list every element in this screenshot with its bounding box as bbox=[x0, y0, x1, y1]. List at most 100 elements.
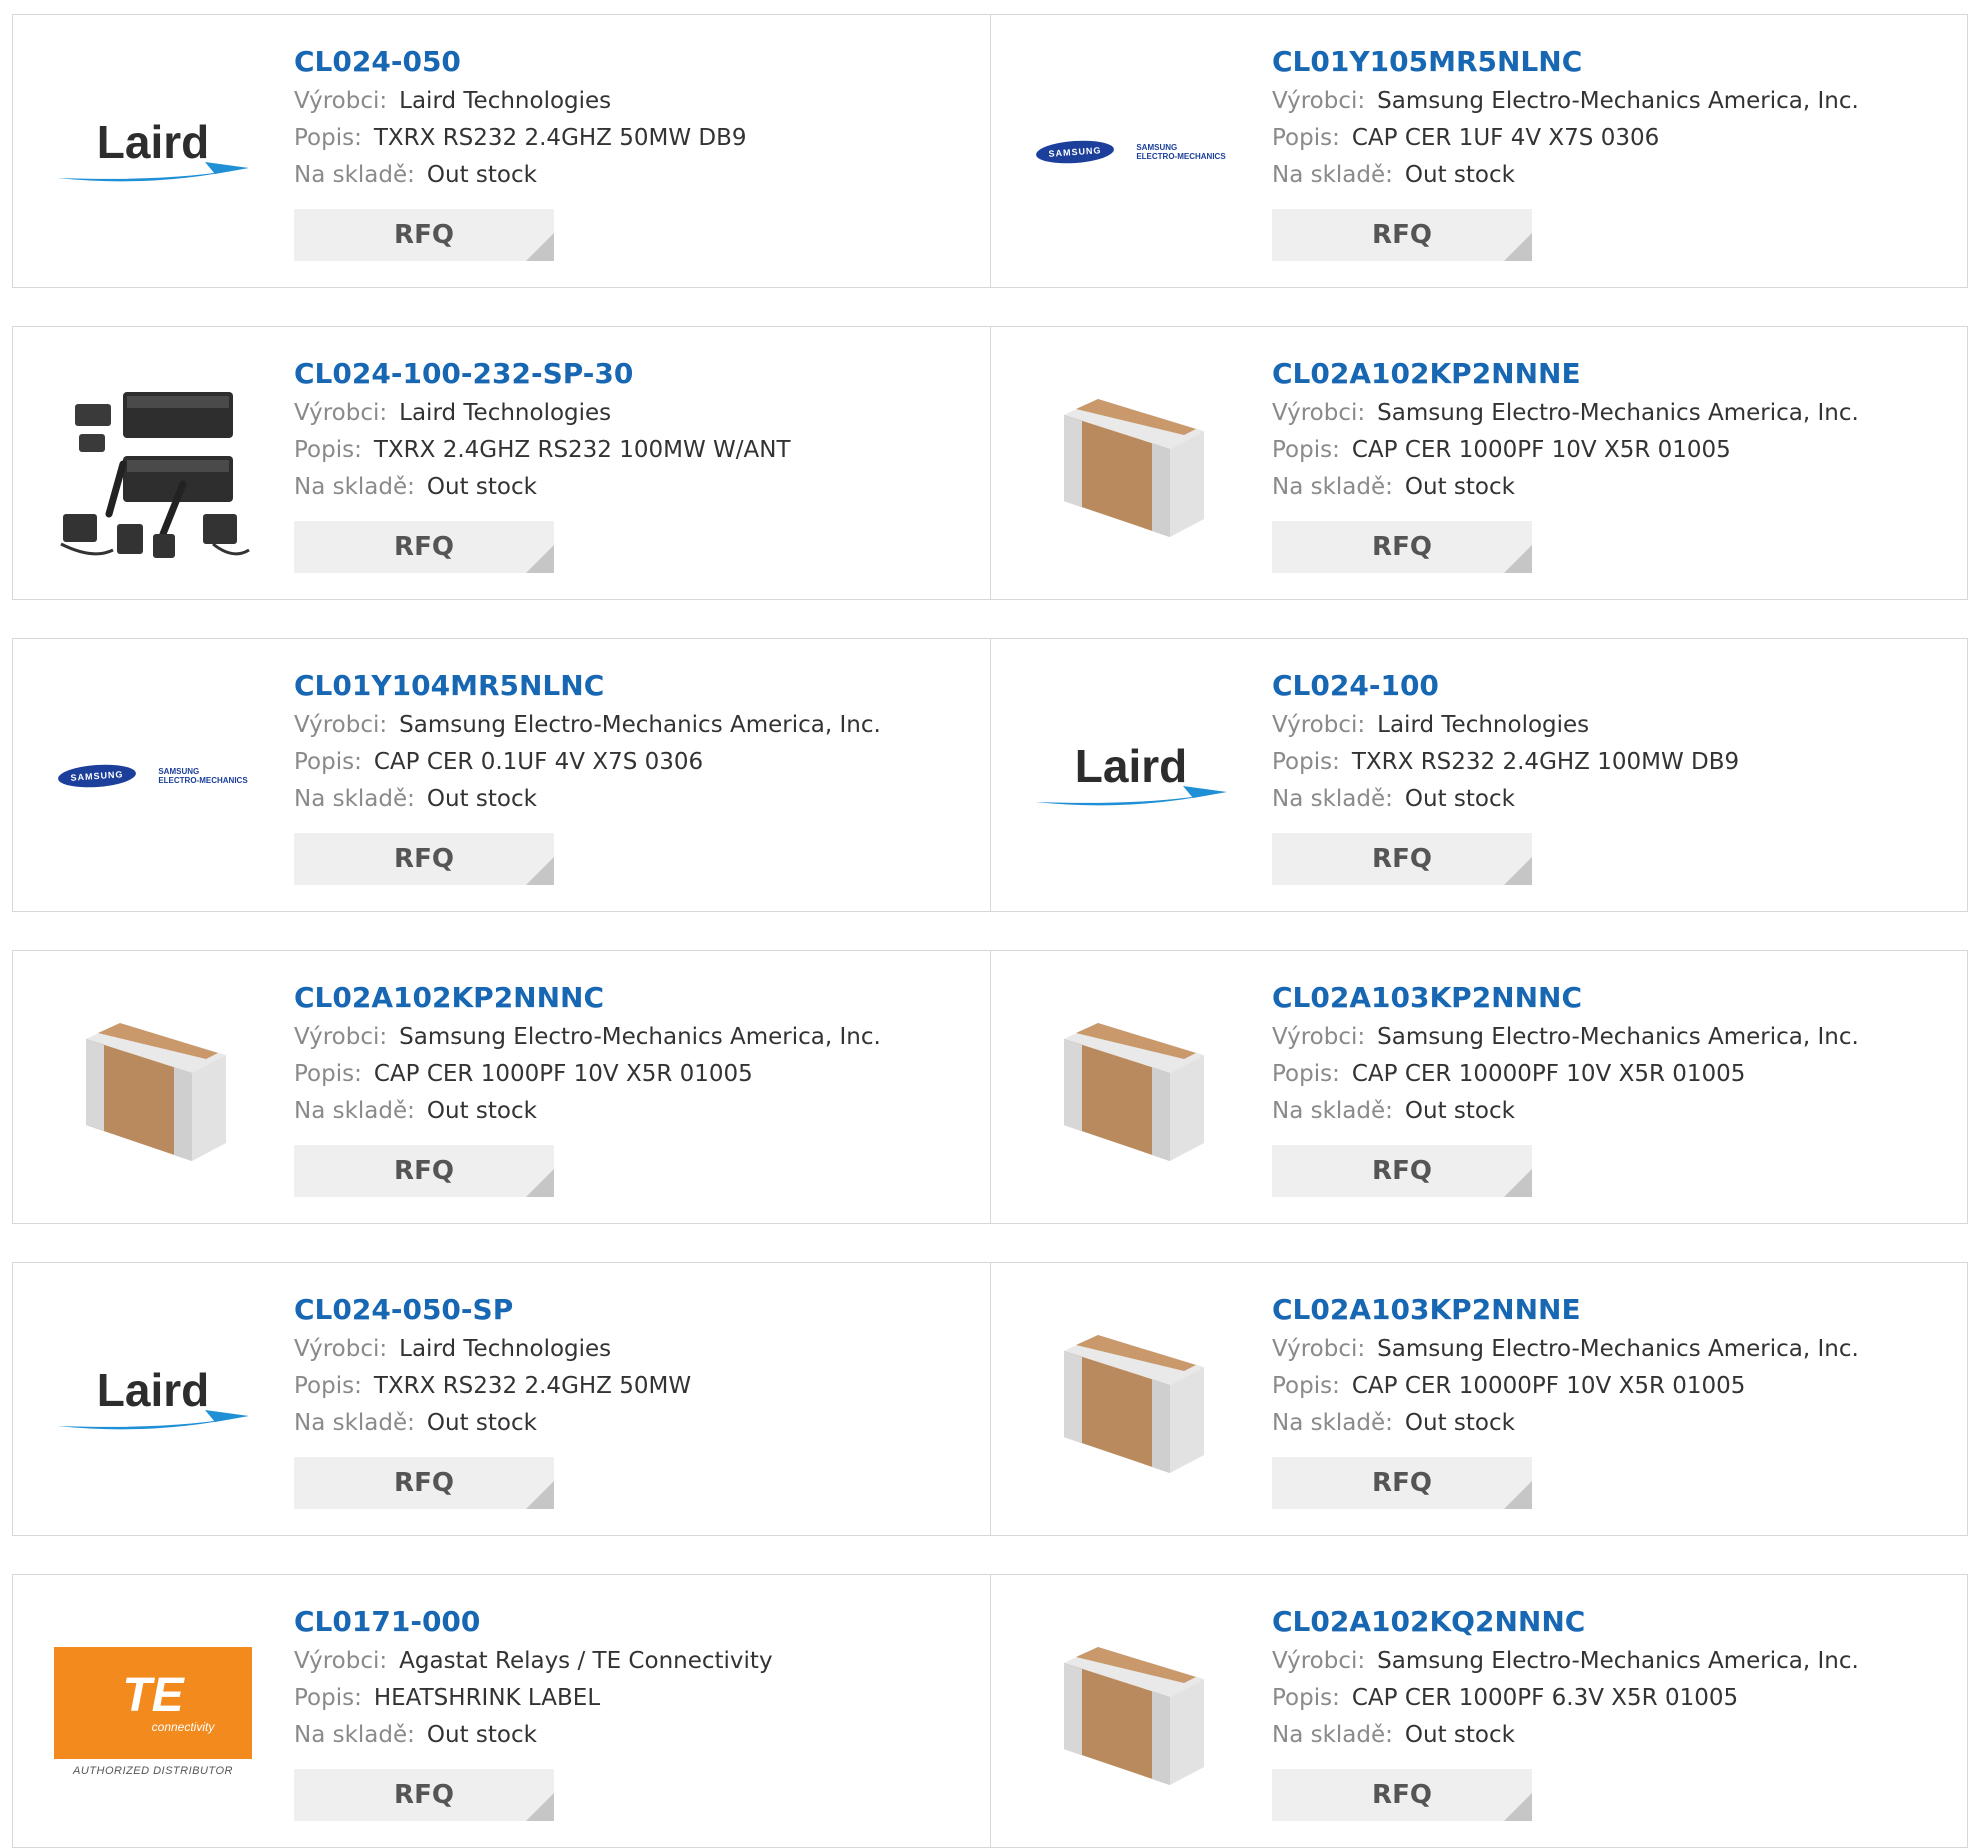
product-info: CL02A102KP2NNNC Výrobci: Samsung Electro-… bbox=[294, 981, 970, 1197]
product-thumbnail[interactable]: Laird bbox=[53, 52, 253, 252]
stock-line: Na skladě: Out stock bbox=[294, 1405, 970, 1442]
rfq-button[interactable]: RFQ bbox=[1272, 833, 1532, 885]
rfq-button[interactable]: RFQ bbox=[294, 1769, 554, 1821]
laird-swoosh-icon bbox=[57, 162, 249, 182]
product-part-link[interactable]: CL0171-000 bbox=[294, 1605, 970, 1639]
product-part-link[interactable]: CL02A102KP2NNNE bbox=[1272, 357, 1947, 391]
corner-triangle-icon bbox=[526, 233, 554, 261]
authorized-distributor-text: AUTHORIZED DISTRIBUTOR bbox=[73, 1765, 233, 1777]
stock-value: Out stock bbox=[426, 474, 537, 500]
rfq-button[interactable]: RFQ bbox=[1272, 1769, 1532, 1821]
rfq-button[interactable]: RFQ bbox=[294, 209, 554, 261]
stock-line: Na skladě: Out stock bbox=[1272, 1093, 1947, 1130]
product-part-link[interactable]: CL024-050 bbox=[294, 45, 970, 79]
rfq-button[interactable]: RFQ bbox=[1272, 521, 1532, 573]
description-line: Popis: CAP CER 1000PF 10V X5R 01005 bbox=[1272, 432, 1947, 469]
manufacturer-label: Výrobci: bbox=[1272, 1024, 1366, 1050]
rfq-button-label: RFQ bbox=[1372, 844, 1432, 874]
rfq-button[interactable]: RFQ bbox=[1272, 209, 1532, 261]
product-card: Laird CL024-050 Výrobci: Laird Technologi… bbox=[13, 15, 990, 287]
stock-line: Na skladě: Out stock bbox=[294, 157, 970, 194]
description-line: Popis: HEATSHRINK LABEL bbox=[294, 1680, 970, 1717]
description-line: Popis: CAP CER 1000PF 6.3V X5R 01005 bbox=[1272, 1680, 1947, 1717]
product-thumbnail[interactable] bbox=[1031, 988, 1231, 1188]
corner-triangle-icon bbox=[1504, 233, 1532, 261]
rfq-button[interactable]: RFQ bbox=[294, 833, 554, 885]
samsung-sub-logo: SAMSUNG ELECTRO-MECHANICS bbox=[1136, 143, 1226, 161]
product-part-link[interactable]: CL02A103KP2NNNE bbox=[1272, 1293, 1947, 1327]
manufacturer-line: Výrobci: Samsung Electro-Mechanics Americ… bbox=[294, 1019, 970, 1056]
manufacturer-value: Samsung Electro-Mechanics America, Inc. bbox=[1377, 1336, 1859, 1362]
product-part-link[interactable]: CL01Y104MR5NLNC bbox=[294, 669, 970, 703]
product-thumbnail[interactable]: Laird bbox=[1031, 676, 1231, 876]
product-part-link[interactable]: CL024-100-232-SP-30 bbox=[294, 357, 970, 391]
stock-label: Na skladě: bbox=[294, 474, 415, 500]
product-info: CL0171-000 Výrobci: Agastat Relays / TE C… bbox=[294, 1605, 970, 1821]
manufacturer-value: Laird Technologies bbox=[399, 400, 612, 426]
te-logo: TE connectivity AUTHORIZED DISTRIBUTOR bbox=[54, 1647, 252, 1777]
manufacturer-label: Výrobci: bbox=[1272, 88, 1366, 114]
product-thumbnail[interactable]: Laird bbox=[53, 1300, 253, 1500]
corner-triangle-icon bbox=[526, 1793, 554, 1821]
manufacturer-value: Samsung Electro-Mechanics America, Inc. bbox=[1377, 1648, 1859, 1674]
rfq-button[interactable]: RFQ bbox=[294, 1145, 554, 1197]
samsung-oval-logo: SAMSUNG bbox=[57, 762, 138, 790]
corner-triangle-icon bbox=[1504, 1793, 1532, 1821]
corner-triangle-icon bbox=[526, 1169, 554, 1197]
rfq-button[interactable]: RFQ bbox=[294, 521, 554, 573]
manufacturer-value: Agastat Relays / TE Connectivity bbox=[399, 1648, 773, 1674]
product-thumbnail[interactable] bbox=[53, 988, 253, 1188]
stock-line: Na skladě: Out stock bbox=[294, 781, 970, 818]
product-part-link[interactable]: CL01Y105MR5NLNC bbox=[1272, 45, 1947, 79]
corner-triangle-icon bbox=[1504, 857, 1532, 885]
samsung-logo: SAMSUNG SAMSUNG ELECTRO-MECHANICS bbox=[57, 762, 248, 790]
rfq-button-label: RFQ bbox=[394, 532, 454, 562]
product-part-link[interactable]: CL024-050-SP bbox=[294, 1293, 970, 1327]
product-info: CL024-050-SP Výrobci: Laird Technologies … bbox=[294, 1293, 970, 1509]
description-line: Popis: CAP CER 1000PF 10V X5R 01005 bbox=[294, 1056, 970, 1093]
product-part-link[interactable]: CL02A102KP2NNNC bbox=[294, 981, 970, 1015]
corner-triangle-icon bbox=[526, 1481, 554, 1509]
product-thumbnail[interactable]: SAMSUNG SAMSUNG ELECTRO-MECHANICS bbox=[53, 676, 253, 876]
product-part-link[interactable]: CL024-100 bbox=[1272, 669, 1947, 703]
stock-value: Out stock bbox=[1404, 786, 1515, 812]
manufacturer-line: Výrobci: Laird Technologies bbox=[1272, 707, 1947, 744]
product-thumbnail[interactable]: SAMSUNG SAMSUNG ELECTRO-MECHANICS bbox=[1031, 52, 1231, 252]
manufacturer-line: Výrobci: Laird Technologies bbox=[294, 83, 970, 120]
stock-line: Na skladě: Out stock bbox=[294, 469, 970, 506]
product-thumbnail[interactable]: TE connectivity AUTHORIZED DISTRIBUTOR bbox=[53, 1612, 253, 1812]
product-row: TE connectivity AUTHORIZED DISTRIBUTOR C… bbox=[12, 1574, 1968, 1848]
product-info: CL01Y104MR5NLNC Výrobci: Samsung Electro-… bbox=[294, 669, 970, 885]
product-part-link[interactable]: CL02A102KQ2NNNC bbox=[1272, 1605, 1947, 1639]
stock-label: Na skladě: bbox=[1272, 162, 1393, 188]
radio-kit-photo bbox=[60, 392, 250, 558]
manufacturer-label: Výrobci: bbox=[294, 1024, 388, 1050]
product-thumbnail[interactable] bbox=[1031, 364, 1231, 564]
rfq-button-label: RFQ bbox=[394, 1156, 454, 1186]
description-line: Popis: CAP CER 10000PF 10V X5R 01005 bbox=[1272, 1056, 1947, 1093]
product-info: CL024-100 Výrobci: Laird Technologies Pop… bbox=[1272, 669, 1947, 885]
description-value: CAP CER 1000PF 10V X5R 01005 bbox=[1351, 437, 1731, 463]
description-line: Popis: TXRX RS232 2.4GHZ 50MW bbox=[294, 1368, 970, 1405]
stock-value: Out stock bbox=[426, 1410, 537, 1436]
description-value: TXRX RS232 2.4GHZ 100MW DB9 bbox=[1351, 749, 1740, 775]
product-thumbnail[interactable] bbox=[53, 364, 253, 564]
product-part-link[interactable]: CL02A103KP2NNNC bbox=[1272, 981, 1947, 1015]
manufacturer-label: Výrobci: bbox=[294, 712, 388, 738]
stock-line: Na skladě: Out stock bbox=[1272, 1405, 1947, 1442]
product-thumbnail[interactable] bbox=[1031, 1300, 1231, 1500]
stock-label: Na skladě: bbox=[294, 162, 415, 188]
chip-capacitor-image bbox=[1064, 1647, 1204, 1785]
rfq-button[interactable]: RFQ bbox=[1272, 1457, 1532, 1509]
manufacturer-label: Výrobci: bbox=[294, 1336, 388, 1362]
rfq-button[interactable]: RFQ bbox=[294, 1457, 554, 1509]
product-row: CL024-100-232-SP-30 Výrobci: Laird Techno… bbox=[12, 326, 1968, 600]
product-thumbnail[interactable] bbox=[1031, 1612, 1231, 1812]
manufacturer-line: Výrobci: Samsung Electro-Mechanics Americ… bbox=[1272, 83, 1947, 120]
manufacturer-label: Výrobci: bbox=[1272, 400, 1366, 426]
rfq-button[interactable]: RFQ bbox=[1272, 1145, 1532, 1197]
manufacturer-label: Výrobci: bbox=[1272, 712, 1366, 738]
description-value: CAP CER 10000PF 10V X5R 01005 bbox=[1351, 1061, 1746, 1087]
product-card: SAMSUNG SAMSUNG ELECTRO-MECHANICS CL01Y1… bbox=[13, 639, 990, 911]
laird-logo: Laird bbox=[55, 118, 251, 186]
